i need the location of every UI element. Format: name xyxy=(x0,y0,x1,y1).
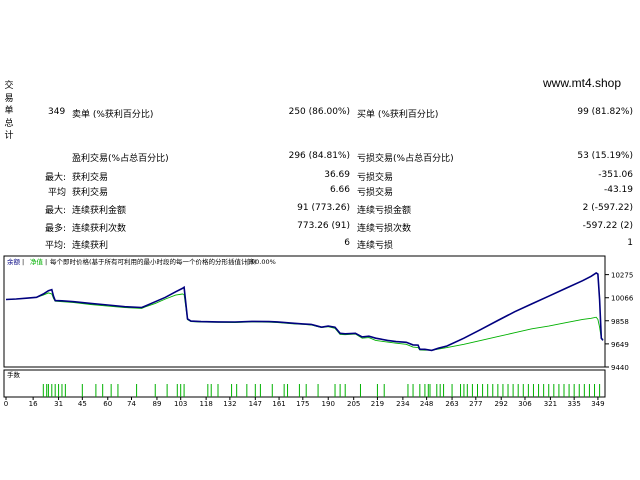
x-tick-label: 74 xyxy=(127,400,136,408)
chart-description: 每个即时价格(基于所有可利用的最小时段的每一个价格的分形插值计算) xyxy=(50,257,257,266)
y-tick-label: 9440 xyxy=(611,364,629,372)
x-tick-label: 16 xyxy=(29,400,38,408)
balance-chart: 余额 | 净值 | 每个即时价格(基于所有可利用的最小时段的每一个价格的分形插值… xyxy=(3,255,634,408)
x-tick-label: 263 xyxy=(445,400,458,408)
x-tick-label: 132 xyxy=(223,400,236,408)
x-tick-label: 89 xyxy=(152,400,161,408)
volume-label: 手数 xyxy=(7,370,21,379)
x-tick-label: 335 xyxy=(567,400,580,408)
volume-plot-frame xyxy=(3,369,606,398)
legend-equity: 净值 xyxy=(30,257,44,266)
x-tick-label: 190 xyxy=(322,400,335,408)
x-tick-label: 0 xyxy=(4,400,8,408)
x-tick-label: 277 xyxy=(469,400,482,408)
x-tick-label: 321 xyxy=(544,400,557,408)
x-tick-label: 45 xyxy=(78,400,87,408)
x-tick-label: 118 xyxy=(199,400,212,408)
x-tick-label: 292 xyxy=(495,400,508,408)
x-tick-label: 234 xyxy=(396,400,410,408)
x-tick-label: 161 xyxy=(272,400,285,408)
x-tick-label: 306 xyxy=(518,400,532,408)
x-tick-label: 147 xyxy=(249,400,262,408)
legend-sep: | xyxy=(22,258,24,266)
legend-sep: | xyxy=(246,258,248,266)
x-tick-label: 103 xyxy=(174,400,187,408)
y-tick-label: 9649 xyxy=(611,341,629,349)
x-tick-label: 219 xyxy=(371,400,384,408)
legend-sep: | xyxy=(45,258,47,266)
x-tick-label: 205 xyxy=(347,400,360,408)
x-tick-label: 248 xyxy=(420,400,433,408)
x-tick-label: 31 xyxy=(54,400,63,408)
x-tick-label: 60 xyxy=(103,400,112,408)
legend-balance: 余额 xyxy=(7,257,21,266)
x-tick-label: 349 xyxy=(591,400,604,408)
modelling-quality: 90.00% xyxy=(251,258,276,266)
y-tick-label: 10275 xyxy=(611,272,633,280)
y-tick-label: 10066 xyxy=(611,295,634,303)
y-tick-label: 9858 xyxy=(611,318,629,326)
x-tick-label: 175 xyxy=(296,400,309,408)
